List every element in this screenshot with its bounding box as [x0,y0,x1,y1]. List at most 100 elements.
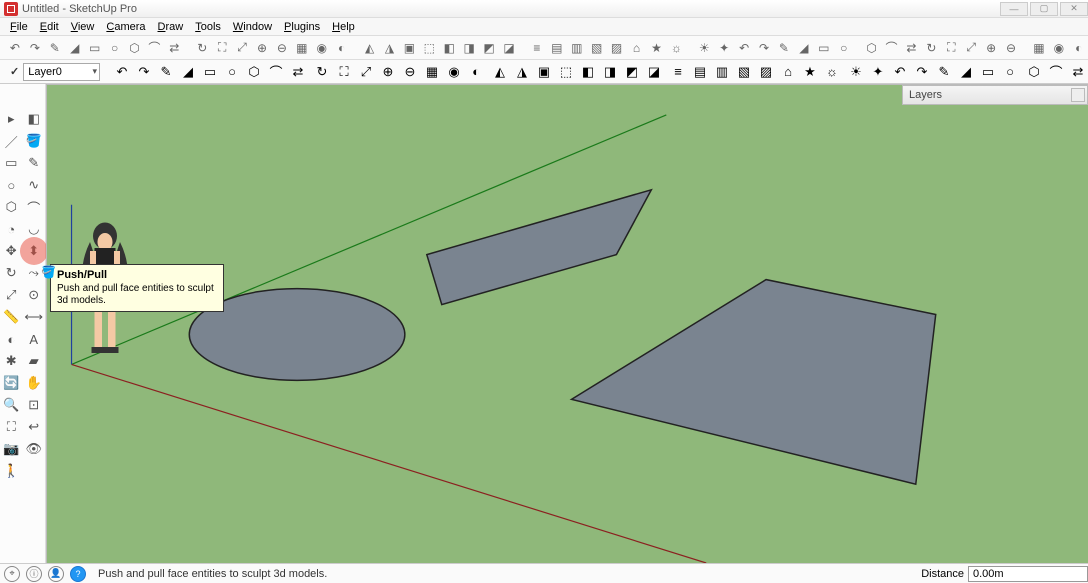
viewport-3d[interactable]: Layers [46,84,1088,563]
toolbar1-icon-29[interactable]: ▨ [608,39,626,57]
walk-tool[interactable]: 🚶 [0,460,23,482]
toolbar2-icon-36[interactable]: ↷ [912,62,932,82]
toolbar1-icon-37[interactable]: ✎ [775,39,793,57]
toolbar1-icon-38[interactable]: ◢ [795,39,813,57]
toolbar1-icon-51[interactable]: ◐ [1070,39,1088,57]
toolbar2-icon-1[interactable]: ↷ [134,62,154,82]
menu-tools[interactable]: Tools [189,21,227,33]
toolbar1-icon-14[interactable]: ▦ [293,39,311,57]
toolbar1-icon-23[interactable]: ◩ [480,39,498,57]
look-around-tool[interactable]: 👁 [23,438,46,460]
rectangle-tool[interactable]: ▭ [0,152,23,174]
menu-help[interactable]: Help [326,21,361,33]
toolbar1-icon-13[interactable]: ⊖ [273,39,291,57]
offset-tool[interactable]: ⊙ [23,284,46,306]
freehand-tool[interactable]: ∿ [23,174,46,196]
menu-view[interactable]: View [65,21,101,33]
toolbar2-icon-17[interactable]: ◭ [490,62,510,82]
toolbar1-icon-24[interactable]: ◪ [500,39,518,57]
toolbar2-icon-19[interactable]: ▣ [534,62,554,82]
orbit-tool[interactable]: 🔄 [0,372,23,394]
toolbar1-icon-40[interactable]: ○ [835,39,853,57]
toolbar2-icon-31[interactable]: ★ [800,62,820,82]
toolbar2-icon-32[interactable]: ☼ [822,62,842,82]
pencil-tool[interactable]: ✎ [23,152,46,174]
menu-plugins[interactable]: Plugins [278,21,326,33]
toolbar1-icon-12[interactable]: ⊕ [253,39,271,57]
toolbar1-icon-3[interactable]: ◢ [66,39,84,57]
toolbar1-icon-10[interactable]: ⛶ [213,39,231,57]
toolbar2-icon-11[interactable]: ⤢ [356,62,376,82]
toolbar2-icon-30[interactable]: ⌂ [778,62,798,82]
toolbar1-icon-39[interactable]: ▭ [815,39,833,57]
toolbar2-icon-22[interactable]: ◨ [600,62,620,82]
layer-select[interactable]: Layer0 [23,63,100,81]
toolbar1-icon-49[interactable]: ▦ [1030,39,1048,57]
toolbar1-icon-42[interactable]: ⌒ [883,39,901,57]
toolbar1-icon-9[interactable]: ↻ [193,39,211,57]
toolbar1-icon-16[interactable]: ◐ [333,39,351,57]
polygon-tool[interactable]: ⬡ [0,196,23,218]
toolbar2-icon-20[interactable]: ⬚ [556,62,576,82]
eraser-tool[interactable]: ◧ [23,108,46,130]
line-tool[interactable]: ／ [0,130,23,152]
tape-tool[interactable]: 📏 [0,306,23,328]
toolbar1-icon-4[interactable]: ▭ [86,39,104,57]
geo-location-icon[interactable]: ⌖ [4,566,20,582]
maximize-button[interactable]: ▢ [1030,2,1058,16]
toolbar1-icon-43[interactable]: ⇄ [902,39,920,57]
toolbar2-icon-42[interactable]: ⌒ [1046,62,1066,82]
toolbar1-icon-18[interactable]: ◮ [381,39,399,57]
toolbar1-icon-7[interactable]: ⌒ [145,39,163,57]
axes-tool[interactable]: ✱ [0,350,23,372]
toolbar2-icon-10[interactable]: ⛶ [334,62,354,82]
rotate-tool[interactable]: ↻ [0,262,23,284]
toolbar2-icon-9[interactable]: ↻ [312,62,332,82]
help-icon[interactable]: ? [70,566,86,582]
toolbar1-icon-2[interactable]: ✎ [46,39,64,57]
toolbar2-icon-43[interactable]: ⇄ [1068,62,1088,82]
toolbar1-icon-33[interactable]: ☀ [695,39,713,57]
toolbar2-icon-16[interactable]: ◐ [466,62,486,82]
menu-window[interactable]: Window [227,21,278,33]
toolbar1-icon-0[interactable]: ↶ [6,39,24,57]
toolbar2-icon-28[interactable]: ▧ [734,62,754,82]
toolbar2-icon-38[interactable]: ◢ [956,62,976,82]
toolbar1-icon-26[interactable]: ▤ [548,39,566,57]
toolbar2-icon-34[interactable]: ✦ [868,62,888,82]
toolbar2-icon-13[interactable]: ⊖ [400,62,420,82]
toolbar1-icon-8[interactable]: ⇄ [165,39,183,57]
toolbar2-icon-14[interactable]: ▦ [422,62,442,82]
dimension-tool[interactable]: ⟷ [23,306,46,328]
zoom-window-tool[interactable]: ⊡ [23,394,46,416]
toolbar2-icon-41[interactable]: ⬡ [1024,62,1044,82]
toolbar1-icon-46[interactable]: ⤢ [962,39,980,57]
credits-icon[interactable]: ⓘ [26,566,42,582]
toolbar1-icon-11[interactable]: ⤢ [233,39,251,57]
select-tool[interactable]: ▸ [0,108,23,130]
toolbar2-icon-23[interactable]: ◩ [622,62,642,82]
toolbar1-icon-5[interactable]: ○ [106,39,124,57]
toolbar2-icon-27[interactable]: ▥ [712,62,732,82]
toolbar1-icon-22[interactable]: ◨ [460,39,478,57]
menu-draw[interactable]: Draw [152,21,190,33]
zoom-tool[interactable]: 🔍 [0,394,23,416]
position-camera-tool[interactable]: 📷 [0,438,23,460]
menu-edit[interactable]: Edit [34,21,65,33]
toolbar2-icon-3[interactable]: ◢ [178,62,198,82]
previous-view-tool[interactable]: ↩ [23,416,46,438]
pan-tool[interactable]: ✋ [23,372,46,394]
pie-tool[interactable]: ◔ [0,218,23,240]
pushpull-tool[interactable]: ⬍ [23,240,46,262]
toolbar1-icon-6[interactable]: ⬡ [126,39,144,57]
toolbar2-icon-4[interactable]: ▭ [200,62,220,82]
toolbar1-icon-27[interactable]: ▥ [568,39,586,57]
menu-camera[interactable]: Camera [100,21,151,33]
paint-tool[interactable]: 🪣 [23,130,46,152]
toolbar1-icon-28[interactable]: ▧ [588,39,606,57]
zoom-extents-tool[interactable]: ⛶ [0,416,23,438]
toolbar2-icon-29[interactable]: ▨ [756,62,776,82]
toolbar2-icon-6[interactable]: ⬡ [244,62,264,82]
distance-input[interactable] [968,566,1088,582]
toolbar1-icon-34[interactable]: ✦ [715,39,733,57]
